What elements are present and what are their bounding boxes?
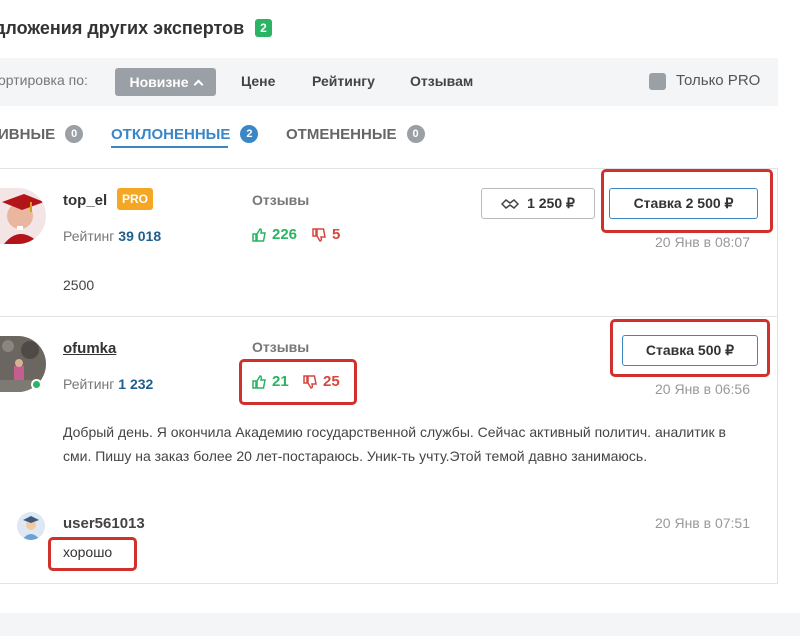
section-header: дложения других экспертов 2 — [0, 16, 272, 40]
bid-date: 20 Янв в 08:07 — [655, 234, 750, 250]
sort-bar: ортировка по: Новизне Цене Рейтингу Отзы… — [0, 58, 778, 106]
sort-by-rating[interactable]: Рейтингу — [312, 73, 375, 89]
deal-price-label: 1 250 ₽ — [527, 195, 575, 211]
footer-bar — [0, 613, 800, 636]
tab-label: ОТМЕНЕННЫЕ — [286, 125, 397, 143]
user-rating: Рейтинг 39 018 — [63, 228, 161, 244]
tab-count-badge: 2 — [240, 125, 259, 143]
tab-label: ОТКЛОНЕННЫЕ — [111, 125, 231, 143]
sort-label: ортировка по: — [0, 72, 88, 88]
positive-reviews[interactable]: 226 — [252, 226, 297, 243]
thumbs-up-icon — [252, 227, 266, 242]
highlight-box — [601, 169, 773, 233]
dislikes-count: 5 — [332, 226, 341, 243]
username[interactable]: top_el — [63, 192, 107, 209]
tab-cancelled[interactable]: ОТМЕНЕННЫЕ 0 — [286, 124, 425, 144]
sort-by-reviews[interactable]: Отзывам — [410, 73, 473, 89]
offers-count-badge: 2 — [255, 19, 272, 37]
username[interactable]: ofumka — [63, 340, 116, 357]
handshake-icon — [501, 198, 520, 209]
rating-value: 1 232 — [118, 376, 154, 392]
tab-rejected[interactable]: ОТКЛОНЕННЫЕ 2 — [111, 124, 259, 144]
tab-active-bids[interactable]: ИВНЫЕ 0 — [0, 124, 84, 144]
comment-username[interactable]: user561013 — [63, 515, 145, 532]
negative-reviews[interactable]: 5 — [312, 226, 340, 243]
sort-active-label: Новизне — [129, 74, 189, 90]
likes-count: 226 — [272, 226, 298, 243]
bid-message: 2500 — [63, 277, 95, 293]
pro-badge: PRO — [117, 188, 154, 210]
tab-label: ИВНЫЕ — [0, 125, 56, 143]
rating-label: Рейтинг — [63, 376, 115, 392]
avatar[interactable] — [17, 512, 45, 540]
tab-count-badge: 0 — [406, 125, 425, 143]
pro-only-label[interactable]: Только PRO — [676, 72, 760, 89]
bid-message: Добрый день. Я окончила Академию государ… — [63, 424, 726, 464]
comment-date: 20 Янв в 07:51 — [655, 515, 750, 531]
pro-only-checkbox[interactable] — [649, 73, 666, 90]
tab-count-badge: 0 — [65, 125, 84, 143]
deal-price-button[interactable]: 1 250 ₽ — [481, 188, 595, 219]
user-rating: Рейтинг 1 232 — [63, 376, 153, 392]
highlight-box — [48, 537, 137, 571]
bid-date: 20 Янв в 06:56 — [655, 381, 750, 397]
section-title: дложения других экспертов — [0, 17, 245, 38]
highlight-box — [610, 319, 770, 377]
reviews-label: Отзывы — [252, 339, 310, 355]
chevron-up-icon — [193, 79, 203, 89]
sort-by-price[interactable]: Цене — [241, 73, 275, 89]
highlight-box — [239, 359, 357, 405]
active-tab-underline — [111, 146, 228, 148]
thumbs-down-icon — [312, 227, 326, 242]
online-status-dot — [31, 379, 42, 390]
rating-value: 39 018 — [118, 228, 162, 244]
sort-by-newest-button[interactable]: Новизне — [115, 68, 216, 96]
reviews-label: Отзывы — [252, 192, 310, 208]
rating-label: Рейтинг — [63, 228, 115, 244]
